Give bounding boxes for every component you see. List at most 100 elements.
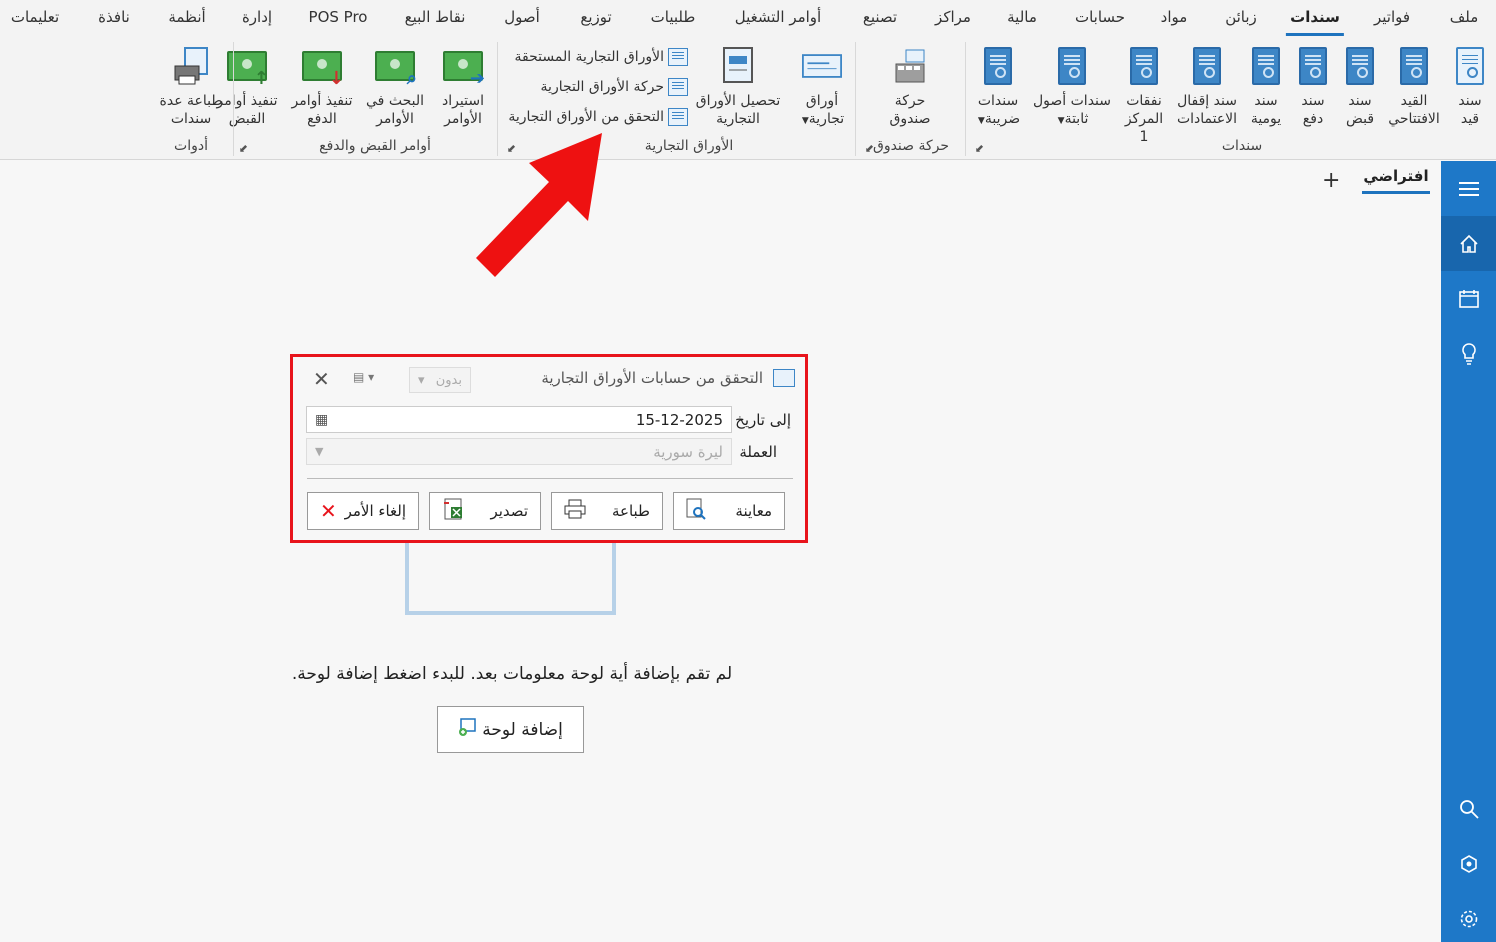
document-icon (1124, 44, 1164, 88)
cheque-icon (802, 44, 842, 88)
ribbon: سند قيد القيد الافتتاحي سند قبض سند دفع … (0, 38, 1496, 160)
dialog-launcher-icon[interactable]: ⬋ (865, 142, 874, 155)
integrations-icon[interactable] (1441, 836, 1496, 891)
execute-payment-orders-button[interactable]: ↓ تنفيذ أوامر الدفع (288, 44, 356, 128)
preview-button[interactable]: معاينة (673, 492, 785, 530)
group-separator (233, 42, 234, 156)
chevron-down-icon: ▼ (315, 445, 324, 458)
menu-accounts[interactable]: حسابات (1075, 8, 1125, 26)
add-panel-button[interactable]: إضافة لوحة (437, 706, 584, 753)
add-tab-icon[interactable]: + (1322, 168, 1340, 193)
to-date-field[interactable]: 15-12-2025 ▦ (306, 406, 732, 433)
payment-voucher-button[interactable]: سند دفع (1293, 44, 1333, 128)
document-icon (1293, 44, 1333, 88)
menu-window[interactable]: نافذة (98, 8, 130, 26)
import-orders-button[interactable]: ➔ استيراد الأوامر (434, 44, 492, 128)
currency-select[interactable]: ليرة سورية ▼ (306, 438, 732, 465)
cash-register-icon (890, 44, 930, 88)
cancel-button[interactable]: إلغاء الأمر ✕ (307, 492, 419, 530)
print-documents-icon (171, 44, 211, 88)
group-label-orders: أوامر القبض والدفع (319, 138, 431, 154)
document-icon (1450, 44, 1490, 88)
menu-materials[interactable]: مواد (1161, 8, 1188, 26)
tax-vouchers-label: سندات ضريبة (977, 93, 1021, 127)
calendar-icon[interactable]: ▦ (315, 412, 328, 428)
placeholder-frame (405, 538, 616, 615)
group-separator (497, 42, 498, 156)
printer-icon (564, 499, 586, 523)
document-icon (1340, 44, 1380, 88)
journal-voucher-button[interactable]: سند قيد (1450, 44, 1490, 128)
center-expenses-button[interactable]: نفقات المركز 1 (1120, 44, 1168, 146)
tab-default[interactable]: افتراضي (1362, 167, 1430, 194)
dialog-launcher-icon[interactable]: ⬋ (239, 142, 248, 155)
money-down-icon: ↓ (302, 44, 344, 89)
menu-orders[interactable]: طلبيات (651, 8, 696, 26)
menu-systems[interactable]: أنظمة (168, 8, 205, 26)
menu-centers[interactable]: مراكز (935, 8, 971, 26)
chevron-down-icon: ▼ (977, 116, 985, 126)
menu-finance[interactable]: مالية (1007, 8, 1037, 26)
home-icon[interactable] (1441, 216, 1496, 271)
close-credits-voucher-button[interactable]: سند إقفال الاعتمادات (1175, 44, 1239, 128)
hamburger-menu-icon[interactable] (1441, 161, 1496, 216)
search-icon[interactable] (1441, 781, 1496, 836)
menu-invoices[interactable]: فواتير (1374, 8, 1410, 26)
lightbulb-icon[interactable] (1441, 326, 1496, 381)
menu-work-orders[interactable]: أوامر التشغيل (735, 8, 821, 26)
opening-entry-button[interactable]: القيد الافتتاحي (1386, 44, 1442, 128)
group-label-cashbox: حركة صندوق (872, 138, 950, 154)
empty-state-message: لم تقم بإضافة أية لوحة معلومات بعد. للبد… (291, 664, 733, 684)
verify-papers-icon (773, 369, 795, 387)
collect-document-icon (718, 44, 758, 88)
commercial-papers-label: أوراق تجارية (805, 93, 845, 127)
template-select[interactable]: بدون ▾ (409, 367, 471, 393)
calendar-icon[interactable] (1441, 271, 1496, 326)
papers-list-icon (668, 48, 688, 66)
fixed-assets-vouchers-button[interactable]: سندات أصول ثابتة▼ (1030, 44, 1114, 130)
group-label-commercial-papers: الأوراق التجارية (644, 138, 734, 154)
close-icon[interactable]: ✕ (313, 367, 330, 391)
menu-administration[interactable]: إدارة (242, 8, 272, 26)
menu-help[interactable]: تعليمات (11, 8, 59, 26)
currency-label: العملة (739, 443, 777, 461)
document-icon (978, 44, 1018, 88)
menu-file[interactable]: ملف (1450, 8, 1479, 26)
papers-movement-icon (668, 78, 688, 96)
dialog-title: التحقق من حسابات الأوراق التجارية (541, 369, 763, 387)
menu-manufacturing[interactable]: تصنيع (863, 8, 897, 26)
menu-pos[interactable]: نقاط البيع (405, 8, 466, 26)
search-orders-button[interactable]: ⌕ البحث في الأوامر (362, 44, 428, 128)
verify-papers-dialog: التحقق من حسابات الأوراق التجارية بدون ▾… (290, 354, 808, 543)
money-search-icon: ⌕ (375, 44, 417, 89)
dialog-launcher-icon[interactable]: ⬋ (975, 142, 984, 155)
chevron-down-icon: ▼ (1057, 116, 1065, 126)
menu-vouchers[interactable]: سندات (1286, 8, 1344, 36)
dialog-launcher-icon[interactable]: ⬋ (507, 142, 516, 155)
divider (307, 478, 793, 479)
menu-distribution[interactable]: توزيع (580, 8, 611, 26)
verify-papers-button[interactable]: التحقق من الأوراق التجارية (508, 108, 688, 126)
cashbox-movement-button[interactable]: حركة صندوق (880, 44, 940, 128)
print-button[interactable]: طباعة (551, 492, 663, 530)
papers-movement-button[interactable]: حركة الأوراق التجارية (541, 78, 688, 96)
group-label-vouchers: سندات (1221, 138, 1263, 154)
receipt-voucher-button[interactable]: سند قبض (1340, 44, 1380, 128)
menu-assets[interactable]: أصول (504, 8, 540, 26)
commercial-papers-button[interactable]: أوراق تجارية▼ (796, 44, 848, 130)
daily-voucher-button[interactable]: سند يومية (1244, 44, 1288, 128)
to-date-label: إلى تاريخ (735, 411, 791, 429)
settings-gear-icon[interactable] (1441, 891, 1496, 942)
due-papers-button[interactable]: الأوراق التجارية المستحقة (515, 48, 688, 66)
export-button[interactable]: تصدير (429, 492, 541, 530)
collect-papers-button[interactable]: تحصيل الأوراق التجارية (692, 44, 784, 128)
print-multiple-vouchers-button[interactable]: طباعة عدة سندات (156, 44, 226, 128)
menu-pos-pro[interactable]: POS Pro (309, 8, 368, 26)
fixed-assets-label: سندات أصول ثابتة (1033, 93, 1112, 127)
menu-customers[interactable]: زبائن (1225, 8, 1257, 26)
tax-vouchers-button[interactable]: سندات ضريبة▼ (972, 44, 1024, 130)
document-icon (1394, 44, 1434, 88)
report-options-icon[interactable]: ▾ ▤ (353, 370, 374, 384)
group-label-tools: أدوات (174, 138, 208, 154)
money-import-icon: ➔ (443, 44, 485, 89)
